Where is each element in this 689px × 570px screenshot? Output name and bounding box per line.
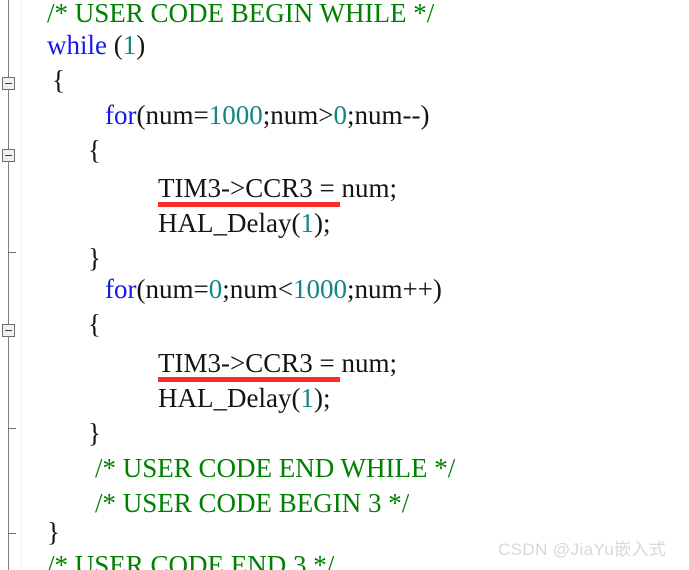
code-token-number: 1000 [292, 274, 347, 304]
code-token-plain: ); [313, 208, 331, 238]
code-token-plain: } [88, 243, 101, 273]
code-token-keyword: while [47, 30, 107, 60]
code-token-number: 1 [300, 383, 314, 413]
code-token-keyword: for [105, 274, 137, 304]
code-token-plain: ); [313, 383, 331, 413]
code-token-plain: TIM3->CCR3 = num; [158, 173, 397, 203]
code-token-plain: } [88, 418, 101, 448]
code-token-plain: ) [136, 30, 146, 60]
code-line[interactable]: for(num=1000;num>0;num--) [0, 98, 429, 133]
code-token-plain: (num= [136, 274, 209, 304]
marker-underline-ccr3-2 [158, 377, 340, 382]
code-token-plain: } [47, 517, 60, 547]
marker-underline-ccr3-1 [158, 202, 340, 207]
code-token-keyword: for [105, 100, 137, 130]
csdn-watermark: CSDN @JiaYu嵌入式 [498, 540, 667, 559]
code-line[interactable]: /* USER CODE END WHILE */ [0, 451, 455, 486]
code-token-comment: /* USER CODE BEGIN 3 */ [95, 488, 410, 518]
code-token-plain: ( [107, 30, 123, 60]
code-line[interactable]: } [0, 241, 101, 276]
code-line[interactable]: } [0, 515, 60, 550]
code-line[interactable]: /* USER CODE BEGIN 3 */ [0, 486, 409, 521]
code-line[interactable]: /* USER CODE END 3 */ [0, 548, 334, 570]
code-token-number: 1 [122, 30, 137, 60]
code-editor-screenshot: /* USER CODE BEGIN WHILE */while (1){for… [0, 0, 689, 570]
code-token-number: 1000 [208, 100, 263, 130]
code-token-plain: { [52, 65, 65, 95]
code-line[interactable]: { [0, 307, 101, 342]
code-line[interactable]: TIM3->CCR3 = num; [0, 171, 397, 206]
code-line[interactable]: { [0, 133, 101, 168]
code-token-plain: TIM3->CCR3 = num; [158, 348, 397, 378]
code-line[interactable]: TIM3->CCR3 = num; [0, 346, 397, 381]
code-token-plain: ;num++) [346, 274, 442, 304]
code-line[interactable]: { [0, 63, 65, 98]
code-token-plain: (num= [136, 100, 209, 130]
code-line[interactable]: /* USER CODE BEGIN WHILE */ [0, 0, 434, 31]
code-token-plain: HAL_Delay( [158, 383, 301, 413]
code-token-plain: ;num> [262, 100, 334, 130]
code-token-comment: /* USER CODE END 3 */ [47, 550, 335, 570]
code-token-comment: /* USER CODE END WHILE */ [95, 453, 456, 483]
code-line[interactable]: HAL_Delay(1); [0, 381, 330, 416]
code-line[interactable]: HAL_Delay(1); [0, 206, 330, 241]
code-token-number: 0 [333, 100, 347, 130]
code-text-area[interactable]: /* USER CODE BEGIN WHILE */while (1){for… [0, 0, 689, 570]
code-token-number: 1 [300, 208, 314, 238]
code-line[interactable]: for(num=0;num<1000;num++) [0, 272, 442, 307]
code-token-plain: HAL_Delay( [158, 208, 301, 238]
code-token-plain: { [88, 135, 101, 165]
code-token-plain: ;num--) [346, 100, 430, 130]
code-line[interactable]: while (1) [0, 28, 145, 63]
code-token-plain: ;num< [222, 274, 293, 304]
code-token-comment: /* USER CODE BEGIN WHILE */ [47, 0, 435, 28]
code-token-plain: { [88, 309, 101, 339]
code-line[interactable]: } [0, 416, 101, 451]
code-token-number: 0 [208, 274, 223, 304]
